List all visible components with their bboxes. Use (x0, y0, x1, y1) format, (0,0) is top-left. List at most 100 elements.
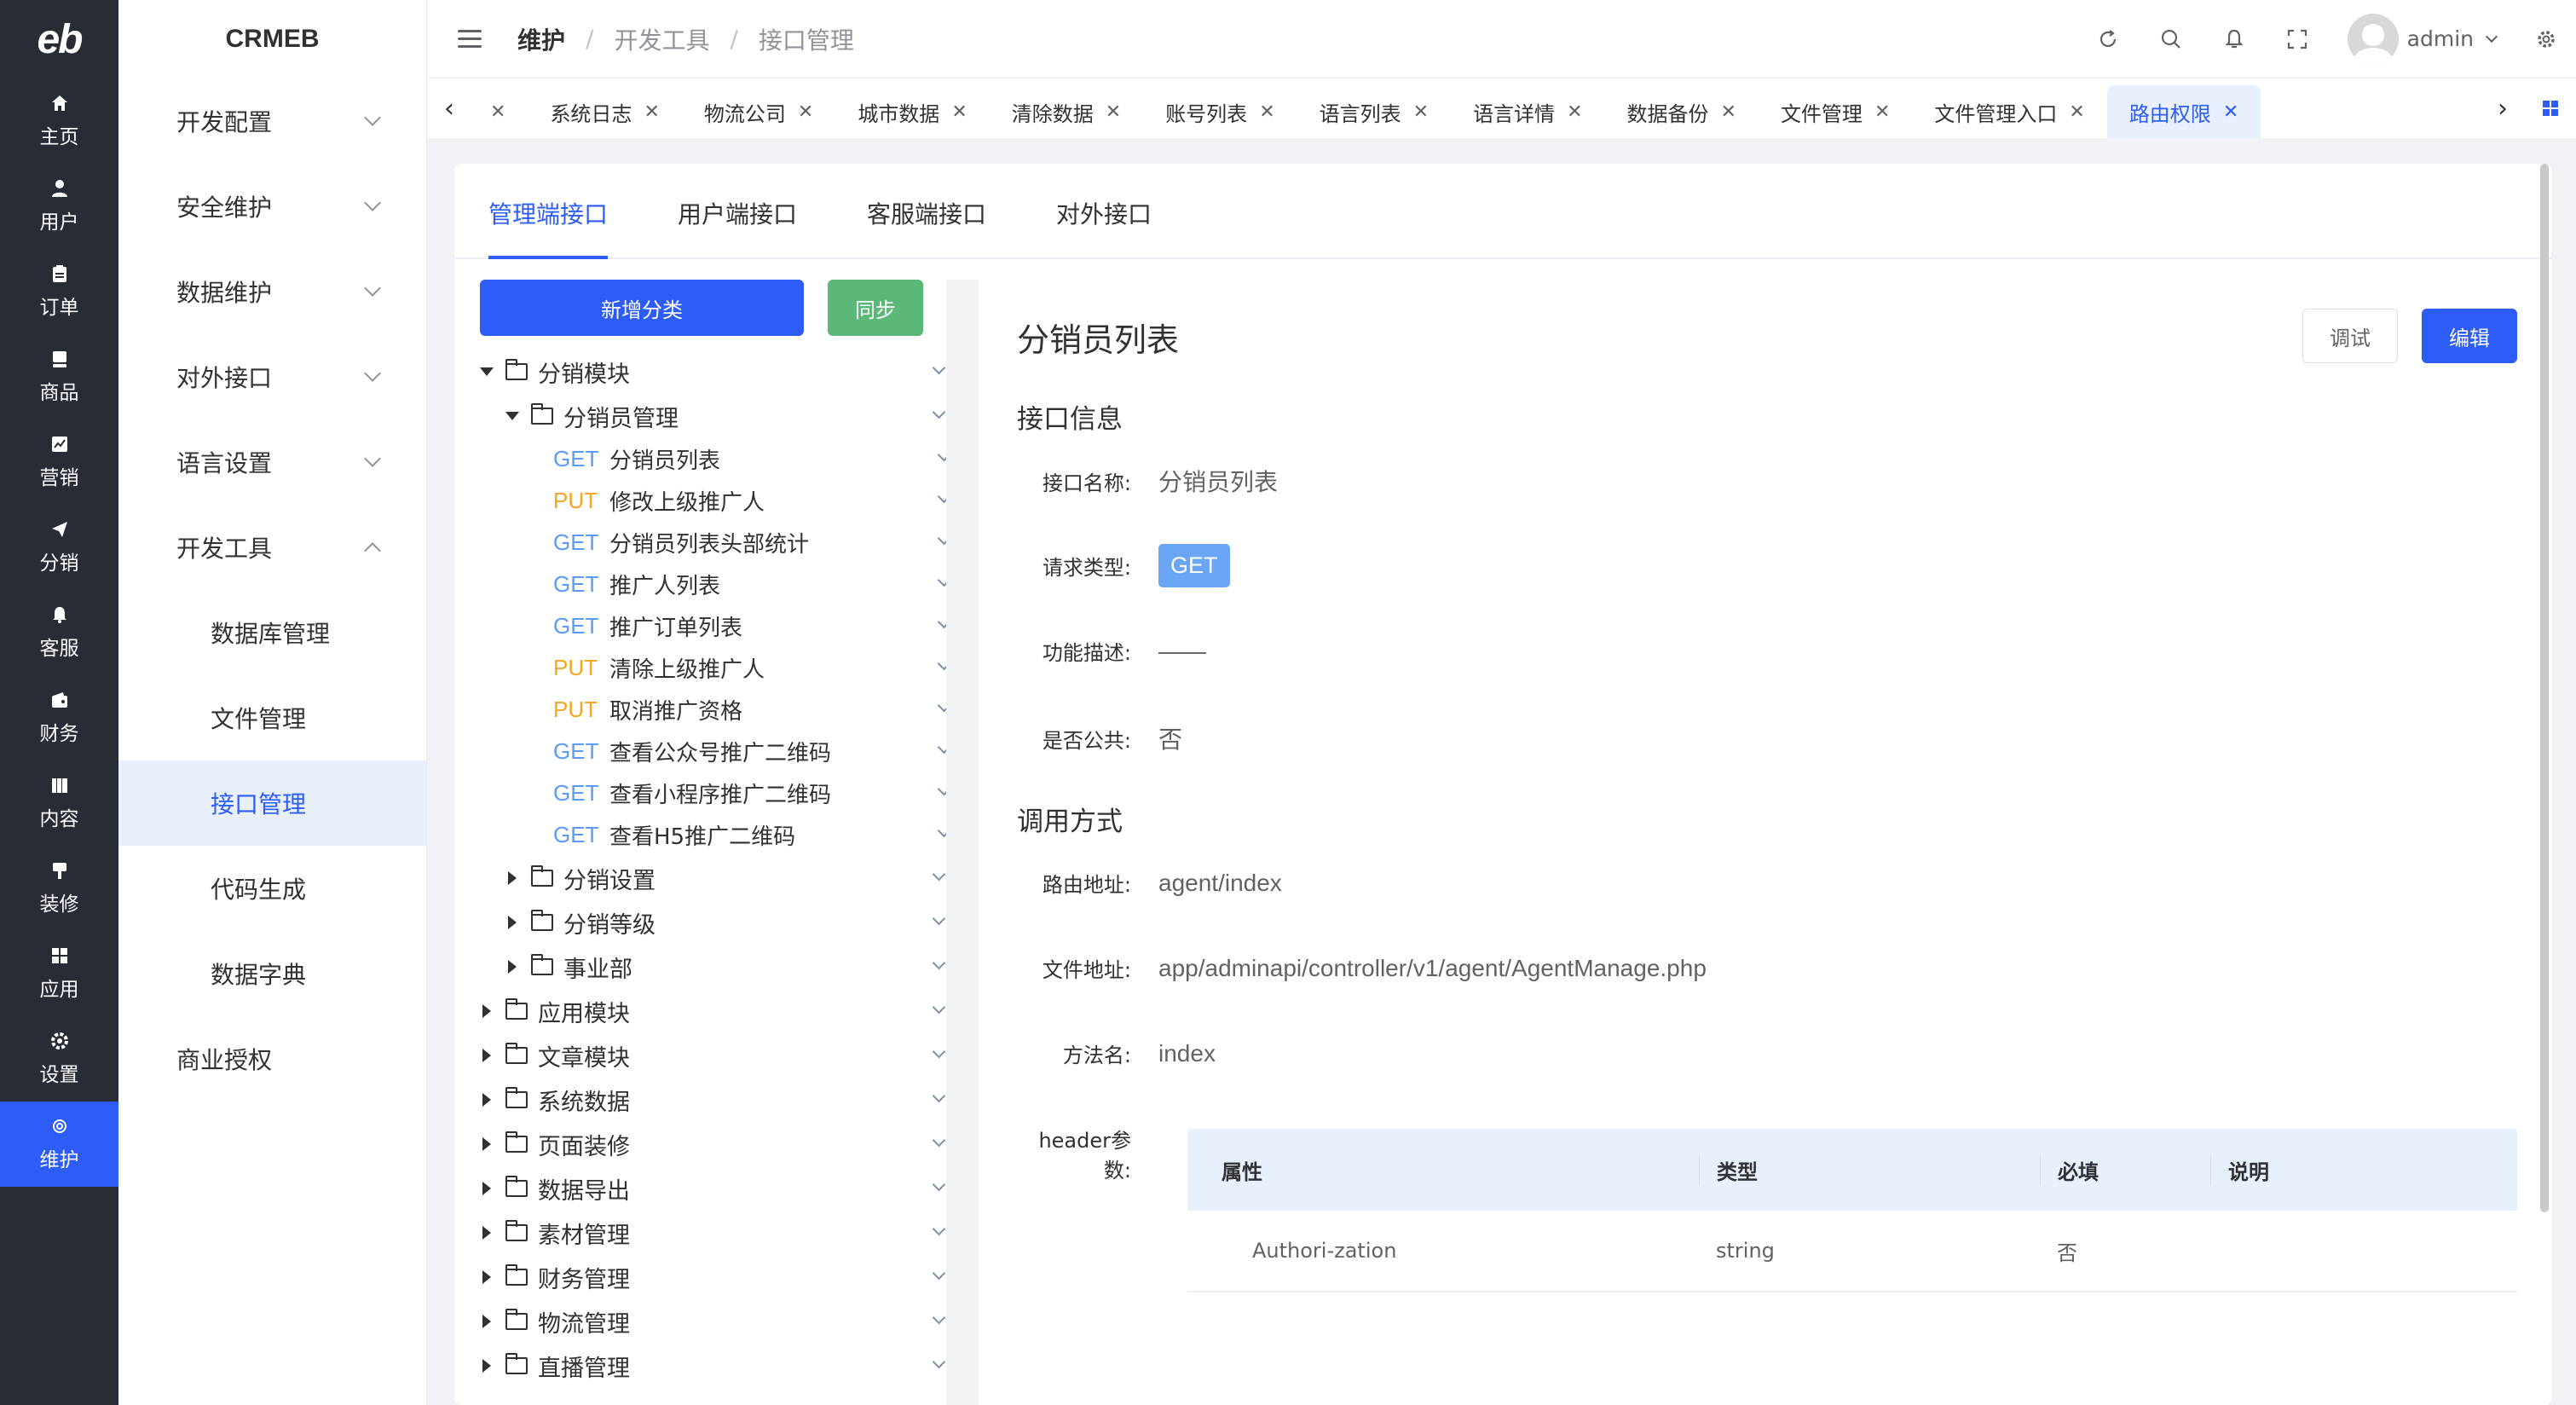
tabs-menu-grid-icon[interactable] (2525, 100, 2576, 117)
api-item[interactable]: GET 推广人列表 (480, 564, 959, 605)
rail-item-user[interactable]: 用户 (0, 164, 118, 249)
tab-truncated[interactable]: ✕ (471, 85, 528, 138)
close-icon[interactable]: ✕ (1106, 101, 1121, 123)
edit-button[interactable]: 编辑 (2422, 309, 2517, 363)
api-item[interactable]: GET 分销员列表 (480, 438, 959, 480)
close-icon[interactable]: ✕ (490, 101, 505, 123)
tree-node[interactable]: 数据导出 (480, 1166, 959, 1211)
close-icon[interactable]: ✕ (1721, 101, 1736, 123)
rail-item-maintenance[interactable]: 维护 (0, 1101, 118, 1187)
tree-node[interactable]: 系统数据 (480, 1078, 959, 1122)
close-icon[interactable]: ✕ (798, 101, 813, 123)
tab-item[interactable]: 城市数据 ✕ (835, 85, 989, 138)
api-item[interactable]: PUT 清除上级推广人 (480, 647, 959, 689)
rail-item-apps[interactable]: 应用 (0, 931, 118, 1016)
close-icon[interactable]: ✕ (1567, 101, 1582, 123)
chevron-down-icon[interactable] (932, 911, 946, 926)
menu-file-manage[interactable]: 文件管理 (118, 675, 426, 760)
tab-item[interactable]: 语言列表 ✕ (1297, 85, 1451, 138)
refresh-icon[interactable] (2095, 26, 2121, 52)
api-item[interactable]: GET 查看H5推广二维码 (480, 814, 959, 856)
add-category-button[interactable]: 新增分类 (480, 280, 804, 336)
menu-external-api[interactable]: 对外接口 (118, 334, 426, 419)
rail-item-settings[interactable]: 设置 (0, 1016, 118, 1101)
tab-item[interactable]: 清除数据 ✕ (990, 85, 1143, 138)
tab-item[interactable]: 账号列表 ✕ (1143, 85, 1297, 138)
api-item[interactable]: PUT 修改上级推广人 (480, 480, 959, 522)
sync-button[interactable]: 同步 (828, 280, 923, 336)
settings-gear-icon[interactable] (2533, 26, 2559, 52)
rail-item-finance[interactable]: 财务 (0, 675, 118, 760)
search-icon[interactable] (2158, 26, 2184, 52)
chevron-down-icon[interactable] (932, 1266, 946, 1281)
tab-external-api[interactable]: 对外接口 (1056, 196, 1152, 257)
chevron-down-icon[interactable] (932, 1133, 946, 1148)
chevron-down-icon[interactable] (932, 361, 946, 375)
rail-item-content[interactable]: 内容 (0, 760, 118, 846)
menu-database[interactable]: 数据库管理 (118, 590, 426, 675)
tab-user-api[interactable]: 用户端接口 (678, 196, 797, 257)
chevron-down-icon[interactable] (932, 1000, 946, 1015)
tree-node[interactable]: 应用模块 (480, 989, 959, 1033)
close-icon[interactable]: ✕ (1413, 101, 1429, 123)
breadcrumb-item[interactable]: 维护 (517, 22, 565, 56)
tree-node[interactable]: 物流管理 (480, 1299, 959, 1344)
tab-item[interactable]: 文件管理 ✕ (1759, 85, 1912, 138)
tab-service-api[interactable]: 客服端接口 (867, 196, 986, 257)
vertical-scrollbar[interactable] (2538, 164, 2551, 1405)
chevron-down-icon[interactable] (932, 956, 946, 970)
tabs-scroll-right-icon[interactable]: › (2481, 94, 2525, 124)
tree-node[interactable]: 分销模块 (480, 350, 959, 394)
api-item[interactable]: GET 推广订单列表 (480, 605, 959, 647)
tree-node[interactable]: 分销等级 (480, 900, 959, 945)
tab-item[interactable]: 数据备份 ✕ (1605, 85, 1759, 138)
user-menu[interactable]: admin (2347, 13, 2498, 65)
rail-item-distribution[interactable]: 分销 (0, 505, 118, 590)
breadcrumb-item[interactable]: 开发工具 (614, 22, 709, 56)
menu-license[interactable]: 商业授权 (118, 1016, 426, 1101)
menu-security[interactable]: 安全维护 (118, 164, 426, 249)
menu-toggle-icon[interactable] (458, 30, 482, 48)
tab-item-active[interactable]: 路由权限 ✕ (2106, 85, 2261, 138)
tree-node[interactable]: 素材管理 (480, 1211, 959, 1255)
rail-item-order[interactable]: 订单 (0, 249, 118, 334)
chevron-down-icon[interactable] (932, 867, 946, 882)
tab-item[interactable]: 语言详情 ✕ (1451, 85, 1604, 138)
logo[interactable]: eb (0, 0, 118, 78)
close-icon[interactable]: ✕ (2069, 101, 2084, 123)
rail-item-home[interactable]: 主页 (0, 78, 118, 164)
api-item[interactable]: GET 分销员列表头部统计 (480, 522, 959, 564)
tree-node[interactable]: 分销员管理 (480, 394, 959, 438)
menu-dev-config[interactable]: 开发配置 (118, 78, 426, 164)
tabs-scroll-left-icon[interactable]: ‹ (427, 94, 471, 124)
tree-node[interactable]: 财务管理 (480, 1255, 959, 1299)
tree-node[interactable]: 直播管理 (480, 1344, 959, 1388)
menu-data-dict[interactable]: 数据字典 (118, 931, 426, 1016)
menu-data-maintain[interactable]: 数据维护 (118, 249, 426, 334)
menu-language[interactable]: 语言设置 (118, 419, 426, 505)
menu-code-gen[interactable]: 代码生成 (118, 846, 426, 931)
tab-item[interactable]: 文件管理入口 ✕ (1912, 85, 2106, 138)
fullscreen-icon[interactable] (2284, 26, 2310, 52)
chevron-down-icon[interactable] (932, 1177, 946, 1192)
close-icon[interactable]: ✕ (1259, 101, 1274, 123)
tree-node[interactable]: 文章模块 (480, 1033, 959, 1078)
close-icon[interactable]: ✕ (644, 101, 659, 123)
chevron-down-icon[interactable] (932, 1222, 946, 1236)
tree-node[interactable]: 分销设置 (480, 856, 959, 900)
tab-admin-api[interactable]: 管理端接口 (488, 196, 609, 259)
api-item[interactable]: PUT 取消推广资格 (480, 689, 959, 731)
api-item[interactable]: GET 查看小程序推广二维码 (480, 772, 959, 814)
close-icon[interactable]: ✕ (951, 101, 967, 123)
rail-item-marketing[interactable]: 营销 (0, 419, 118, 505)
debug-button[interactable]: 调试 (2302, 309, 2398, 363)
scrollbar-thumb[interactable] (2540, 164, 2549, 1212)
chevron-down-icon[interactable] (932, 1310, 946, 1325)
api-item[interactable]: GET 查看公众号推广二维码 (480, 731, 959, 772)
chevron-down-icon[interactable] (932, 405, 946, 419)
rail-item-service[interactable]: 客服 (0, 590, 118, 675)
tab-item[interactable]: 物流公司 ✕ (682, 85, 835, 138)
tree-node[interactable]: 事业部 (480, 945, 959, 989)
rail-item-decoration[interactable]: 装修 (0, 846, 118, 931)
menu-dev-tools[interactable]: 开发工具 (118, 505, 426, 590)
